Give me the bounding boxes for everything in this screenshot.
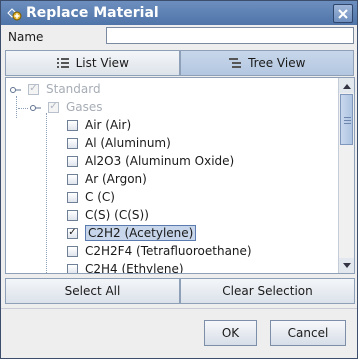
material-checkbox[interactable]: [67, 119, 78, 131]
window-title: Replace Material: [26, 5, 159, 21]
tree-expand-icon[interactable]: [30, 102, 42, 114]
tree-group-gases[interactable]: ✓ Gases: [48, 98, 103, 116]
material-checkbox[interactable]: [67, 263, 78, 273]
name-label: Name: [8, 30, 44, 44]
list-item[interactable]: Air (Air): [67, 116, 131, 134]
material-label: Air (Air): [85, 118, 132, 132]
divider: [1, 308, 357, 309]
cancel-button[interactable]: Cancel: [270, 320, 346, 346]
material-label: Al (Aluminum): [85, 136, 171, 150]
list-item[interactable]: C(S) (C(S)): [67, 206, 149, 224]
standard-checkbox[interactable]: ✓: [28, 83, 39, 95]
app-icon: [7, 8, 22, 21]
material-tree[interactable]: ✓ Standard ✓ Gases Air (Air) Al (Aluminu…: [5, 77, 355, 274]
material-label: Al2O3 (Aluminum Oxide): [85, 154, 235, 168]
list-item[interactable]: C2H2F4 (Tetrafluoroethane): [67, 242, 252, 260]
scroll-up-button[interactable]: [339, 78, 354, 93]
material-label-selected: C2H2 (Acetylene): [85, 225, 197, 241]
material-label: C2H4 (Ethylene): [85, 262, 184, 274]
selection-buttons: Select All Clear Selection: [5, 278, 355, 304]
material-checkbox-checked[interactable]: ✓: [67, 227, 78, 239]
list-item[interactable]: Al (Aluminum): [67, 134, 171, 152]
list-item[interactable]: C (C): [67, 188, 115, 206]
material-label: Ar (Argon): [85, 172, 147, 186]
close-button[interactable]: [333, 4, 353, 23]
chevron-up-icon: [342, 83, 351, 89]
tab-tree-view-label: Tree View: [248, 56, 306, 70]
tree-expand-icon[interactable]: [10, 84, 22, 96]
material-checkbox[interactable]: [67, 191, 78, 203]
ok-button[interactable]: OK: [204, 320, 257, 346]
tab-list-view[interactable]: List View: [5, 50, 180, 76]
list-icon: [56, 58, 69, 68]
tab-list-view-label: List View: [75, 56, 129, 70]
tree-icon: [229, 58, 242, 68]
tab-tree-view[interactable]: Tree View: [179, 50, 354, 76]
material-label: C (C): [85, 190, 115, 204]
view-tabs: List View Tree View: [5, 50, 354, 76]
clear-selection-button[interactable]: Clear Selection: [180, 278, 355, 304]
scroll-down-button[interactable]: [339, 258, 354, 273]
material-checkbox[interactable]: [67, 155, 78, 167]
scroll-thumb[interactable]: [340, 94, 353, 145]
gases-checkbox[interactable]: ✓: [48, 101, 59, 113]
material-checkbox[interactable]: [67, 209, 78, 221]
material-label: C2H2F4 (Tetrafluoroethane): [85, 244, 252, 258]
select-all-button[interactable]: Select All: [5, 278, 180, 304]
list-item[interactable]: ✓ C2H2 (Acetylene): [67, 224, 197, 242]
name-row: Name: [8, 27, 354, 47]
vertical-scrollbar[interactable]: [338, 78, 354, 273]
name-input[interactable]: [106, 27, 354, 44]
close-icon: [338, 8, 348, 19]
list-item[interactable]: Ar (Argon): [67, 170, 147, 188]
list-item[interactable]: Al2O3 (Aluminum Oxide): [67, 152, 234, 170]
replace-material-dialog: Replace Material Name List View Tree Vie…: [0, 0, 358, 359]
material-checkbox[interactable]: [67, 245, 78, 257]
material-checkbox[interactable]: [67, 137, 78, 149]
chevron-down-icon: [342, 262, 351, 268]
standard-label: Standard: [46, 82, 101, 96]
list-item[interactable]: C2H4 (Ethylene): [67, 260, 184, 274]
title-bar[interactable]: Replace Material: [1, 1, 357, 25]
material-label: C(S) (C(S)): [85, 208, 149, 222]
tree-root-standard[interactable]: ✓ Standard: [28, 80, 101, 98]
material-checkbox[interactable]: [67, 173, 78, 185]
gases-label: Gases: [66, 100, 103, 114]
